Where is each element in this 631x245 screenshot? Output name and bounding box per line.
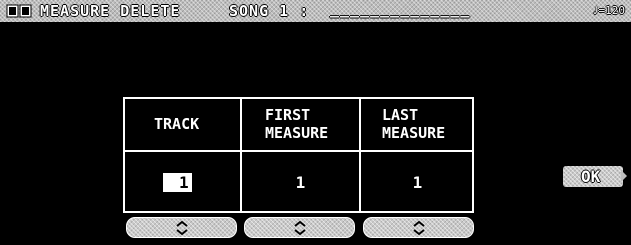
screen-icon xyxy=(6,4,32,18)
first-measure-header: FIRST MEASURE xyxy=(265,106,329,142)
last-measure-value-field[interactable]: 1 xyxy=(361,173,474,192)
last-measure-header: LAST MEASURE xyxy=(382,106,446,142)
tempo-value: =120 xyxy=(598,4,626,17)
title-bar: MEASURE DELETE SONG 1 : ______________ ♩… xyxy=(0,0,631,22)
ok-button[interactable]: OK xyxy=(563,166,623,187)
parameter-table: TRACK FIRST MEASURE LAST MEASURE 1 1 1 xyxy=(123,97,474,213)
first-measure-stepper[interactable] xyxy=(244,217,355,238)
screen-title: MEASURE DELETE xyxy=(40,2,181,20)
column-divider xyxy=(240,99,242,211)
first-measure-value-field[interactable]: 1 xyxy=(242,173,359,192)
right-arrow-icon xyxy=(621,170,627,182)
song-label: SONG 1 : xyxy=(229,2,310,20)
column-divider xyxy=(359,99,361,211)
track-header: TRACK xyxy=(154,115,200,133)
ok-button-label: OK xyxy=(581,167,601,186)
row-divider xyxy=(125,150,472,152)
tempo-display: ♩=120 xyxy=(592,4,625,17)
up-down-arrows-icon xyxy=(176,220,188,236)
up-down-arrows-icon xyxy=(413,220,425,236)
last-measure-stepper[interactable] xyxy=(363,217,474,238)
quarter-note-icon: ♩ xyxy=(591,4,599,17)
song-name: ______________ xyxy=(330,0,471,18)
up-down-arrows-icon xyxy=(294,220,306,236)
track-stepper[interactable] xyxy=(126,217,237,238)
track-value-field[interactable]: 1 xyxy=(163,173,192,192)
